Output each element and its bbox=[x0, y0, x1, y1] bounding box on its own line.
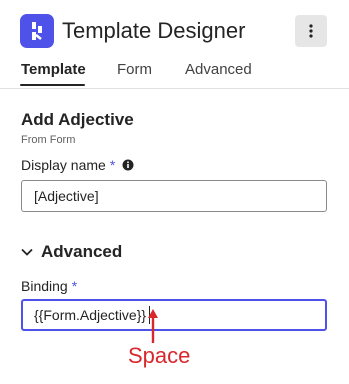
display-name-input[interactable]: [Adjective] bbox=[21, 180, 327, 212]
required-mark: * bbox=[71, 278, 78, 294]
tab-advanced[interactable]: Advanced bbox=[185, 60, 252, 82]
tabs-divider bbox=[0, 88, 349, 89]
tab-bar: Template Form Advanced bbox=[0, 60, 349, 88]
annotation-label: Space bbox=[128, 343, 191, 368]
header: Template Designer bbox=[0, 0, 349, 60]
advanced-section-toggle[interactable]: Advanced bbox=[21, 241, 122, 263]
display-name-value: [Adjective] bbox=[34, 188, 99, 204]
binding-input[interactable]: {{Form.Adjective}} bbox=[21, 299, 327, 331]
section-subtitle: From Form bbox=[21, 134, 76, 146]
binding-label: Binding * bbox=[21, 278, 77, 294]
more-vertical-icon bbox=[309, 24, 313, 38]
annotation-arrow-icon bbox=[148, 309, 158, 343]
section-title: Add Adjective bbox=[21, 110, 134, 129]
info-icon[interactable] bbox=[122, 159, 134, 171]
template-designer-panel: Template Designer Template Form Advanced… bbox=[0, 0, 349, 384]
required-mark: * bbox=[109, 157, 116, 173]
display-name-label: Display name * bbox=[21, 157, 134, 173]
binding-label-text: Binding bbox=[21, 278, 68, 294]
advanced-section-label: Advanced bbox=[41, 242, 123, 261]
app-title: Template Designer bbox=[62, 18, 246, 43]
binding-value: {{Form.Adjective}} bbox=[34, 307, 147, 323]
chevron-down-icon bbox=[21, 248, 33, 256]
tab-form[interactable]: Form bbox=[117, 60, 152, 82]
app-logo-icon bbox=[20, 14, 54, 48]
more-options-button[interactable] bbox=[295, 15, 327, 47]
active-tab-indicator bbox=[20, 84, 85, 86]
display-name-label-text: Display name bbox=[21, 157, 106, 173]
tab-template[interactable]: Template bbox=[21, 60, 86, 82]
